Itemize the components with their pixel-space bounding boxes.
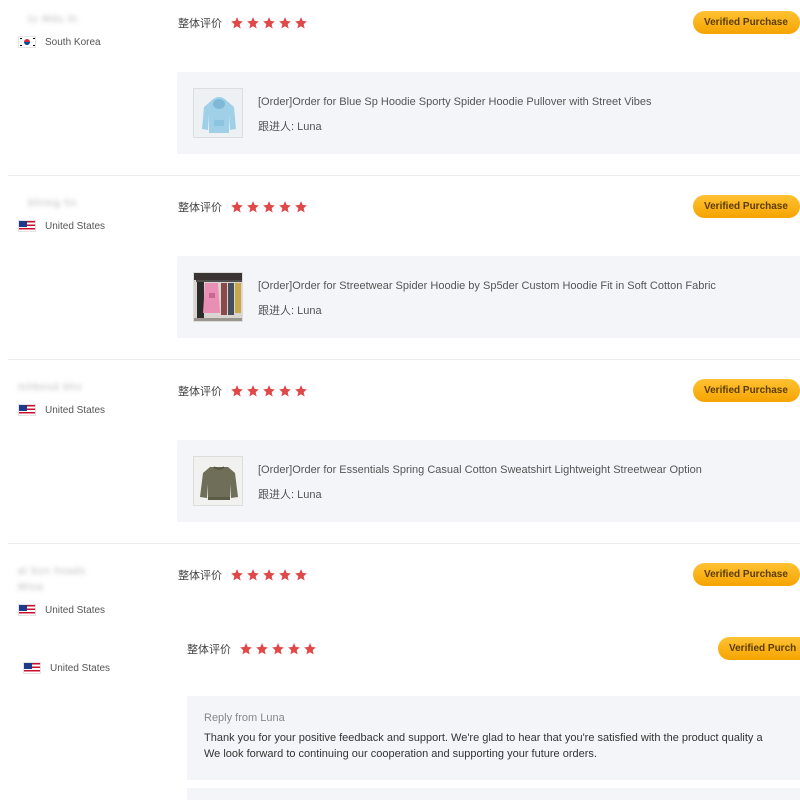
blue-hoodie-thumbnail[interactable] xyxy=(193,88,243,138)
reviewer-info: al bsn hsads Mtsa United States xyxy=(18,565,168,616)
reviewer-info: mhbesd bhs United States xyxy=(18,381,168,416)
star-icon xyxy=(279,201,291,213)
us-flag-icon xyxy=(18,404,36,416)
order-box[interactable]: [Order]Order for Essentials Spring Casua… xyxy=(177,440,800,522)
order-box[interactable]: [Order]Order for Streetwear Spider Hoodi… xyxy=(177,256,800,338)
olive-sweatshirt-thumbnail[interactable] xyxy=(193,456,243,506)
reply-author: Reply from Luna xyxy=(204,712,285,724)
star-icon xyxy=(295,569,307,581)
star-icon xyxy=(247,17,259,29)
follow-up-person: 跟进人: Luna xyxy=(258,305,322,317)
star-rating xyxy=(230,16,308,30)
reviewer-country: United States xyxy=(45,604,106,616)
rating-row: 整体评价 xyxy=(178,383,308,399)
star-icon xyxy=(247,201,259,213)
reviewer-country: South Korea xyxy=(45,36,101,48)
review-card: United States 整体评价 Verified Purch Reply … xyxy=(0,630,800,800)
follow-up-person: 跟进人: Luna xyxy=(258,121,322,133)
follow-up-person: 跟进人: Luna xyxy=(258,489,322,501)
reviewer-name: al bsn hsads xyxy=(18,566,87,577)
star-icon xyxy=(279,17,291,29)
country-row: United States xyxy=(23,662,173,674)
star-icon xyxy=(256,643,268,655)
star-icon xyxy=(231,569,243,581)
star-rating xyxy=(239,642,317,656)
star-icon xyxy=(231,17,243,29)
star-rating xyxy=(230,200,308,214)
star-icon xyxy=(240,643,252,655)
us-flag-icon xyxy=(18,220,36,232)
reply-text-line: We look forward to continuing our cooper… xyxy=(204,748,597,760)
review-card: al bsn hsads Mtsa United States 整体评价 Ver… xyxy=(0,552,800,628)
star-icon xyxy=(295,17,307,29)
star-icon xyxy=(263,17,275,29)
star-icon xyxy=(231,385,243,397)
reviews-page: tu Mdu kt South Korea 整体评价 Verified Purc… xyxy=(0,0,800,800)
rating-row: 整体评价 xyxy=(178,15,308,31)
verified-purchase-badge: Verified Purchase xyxy=(693,379,800,402)
verified-purchase-badge: Verified Purchase xyxy=(693,563,800,586)
rating-label: 整体评价 xyxy=(178,202,222,214)
rating-row: 整体评价 xyxy=(178,199,308,215)
reviewer-country: United States xyxy=(45,404,106,416)
review-card: bhtmg hn United States 整体评价 Verified Pur… xyxy=(0,184,800,359)
country-row: United States xyxy=(18,220,168,232)
rating-label: 整体评价 xyxy=(178,570,222,582)
star-icon xyxy=(304,643,316,655)
star-icon xyxy=(247,569,259,581)
rating-label: 整体评价 xyxy=(187,644,231,656)
next-section-box xyxy=(187,788,800,800)
rating-row: 整体评价 xyxy=(178,567,308,583)
divider xyxy=(8,175,800,176)
star-icon xyxy=(279,385,291,397)
divider xyxy=(8,359,800,360)
star-icon xyxy=(279,569,291,581)
kr-flag-icon xyxy=(18,36,36,48)
reviewer-name: tu Mdu kt xyxy=(28,14,79,25)
order-box[interactable]: [Order]Order for Blue Sp Hoodie Sporty S… xyxy=(177,72,800,154)
rating-label: 整体评价 xyxy=(178,18,222,30)
us-flag-icon xyxy=(18,604,36,616)
clothing-rack-thumbnail[interactable] xyxy=(193,272,243,322)
star-icon xyxy=(272,643,284,655)
reviewer-info: bhtmg hn United States xyxy=(18,197,168,232)
reviewer-country: United States xyxy=(50,662,111,674)
review-card: mhbesd bhs United States 整体评价 Verified P… xyxy=(0,368,800,543)
star-icon xyxy=(288,643,300,655)
order-title[interactable]: [Order]Order for Blue Sp Hoodie Sporty S… xyxy=(258,96,652,108)
star-icon xyxy=(263,201,275,213)
star-icon xyxy=(295,201,307,213)
star-icon xyxy=(263,385,275,397)
star-rating xyxy=(230,384,308,398)
star-icon xyxy=(231,201,243,213)
star-icon xyxy=(247,385,259,397)
star-icon xyxy=(263,569,275,581)
review-card: tu Mdu kt South Korea 整体评价 Verified Purc… xyxy=(0,0,800,175)
reviewer-info: United States xyxy=(23,662,173,674)
verified-purchase-badge: Verified Purchase xyxy=(693,11,800,34)
rating-label: 整体评价 xyxy=(178,386,222,398)
reviewer-name: bhtmg hn xyxy=(28,198,78,209)
reviewer-country: United States xyxy=(45,220,106,232)
order-title[interactable]: [Order]Order for Streetwear Spider Hoodi… xyxy=(258,280,716,292)
verified-purchase-badge: Verified Purchase xyxy=(693,195,800,218)
order-title[interactable]: [Order]Order for Essentials Spring Casua… xyxy=(258,464,702,476)
country-row: United States xyxy=(18,604,168,616)
reviewer-info: tu Mdu kt South Korea xyxy=(18,13,168,48)
verified-purchase-badge: Verified Purch xyxy=(718,637,800,660)
divider xyxy=(8,543,800,544)
reviewer-name: mhbesd bhs xyxy=(18,382,83,393)
country-row: South Korea xyxy=(18,36,168,48)
country-row: United States xyxy=(18,404,168,416)
reviewer-name-line2: Mtsa xyxy=(18,582,44,593)
rating-row: 整体评价 xyxy=(187,641,317,657)
us-flag-icon xyxy=(23,662,41,674)
seller-reply: Reply from Luna Thank you for your posit… xyxy=(187,696,800,780)
reply-text-line: Thank you for your positive feedback and… xyxy=(204,732,763,744)
star-icon xyxy=(295,385,307,397)
star-rating xyxy=(230,568,308,582)
